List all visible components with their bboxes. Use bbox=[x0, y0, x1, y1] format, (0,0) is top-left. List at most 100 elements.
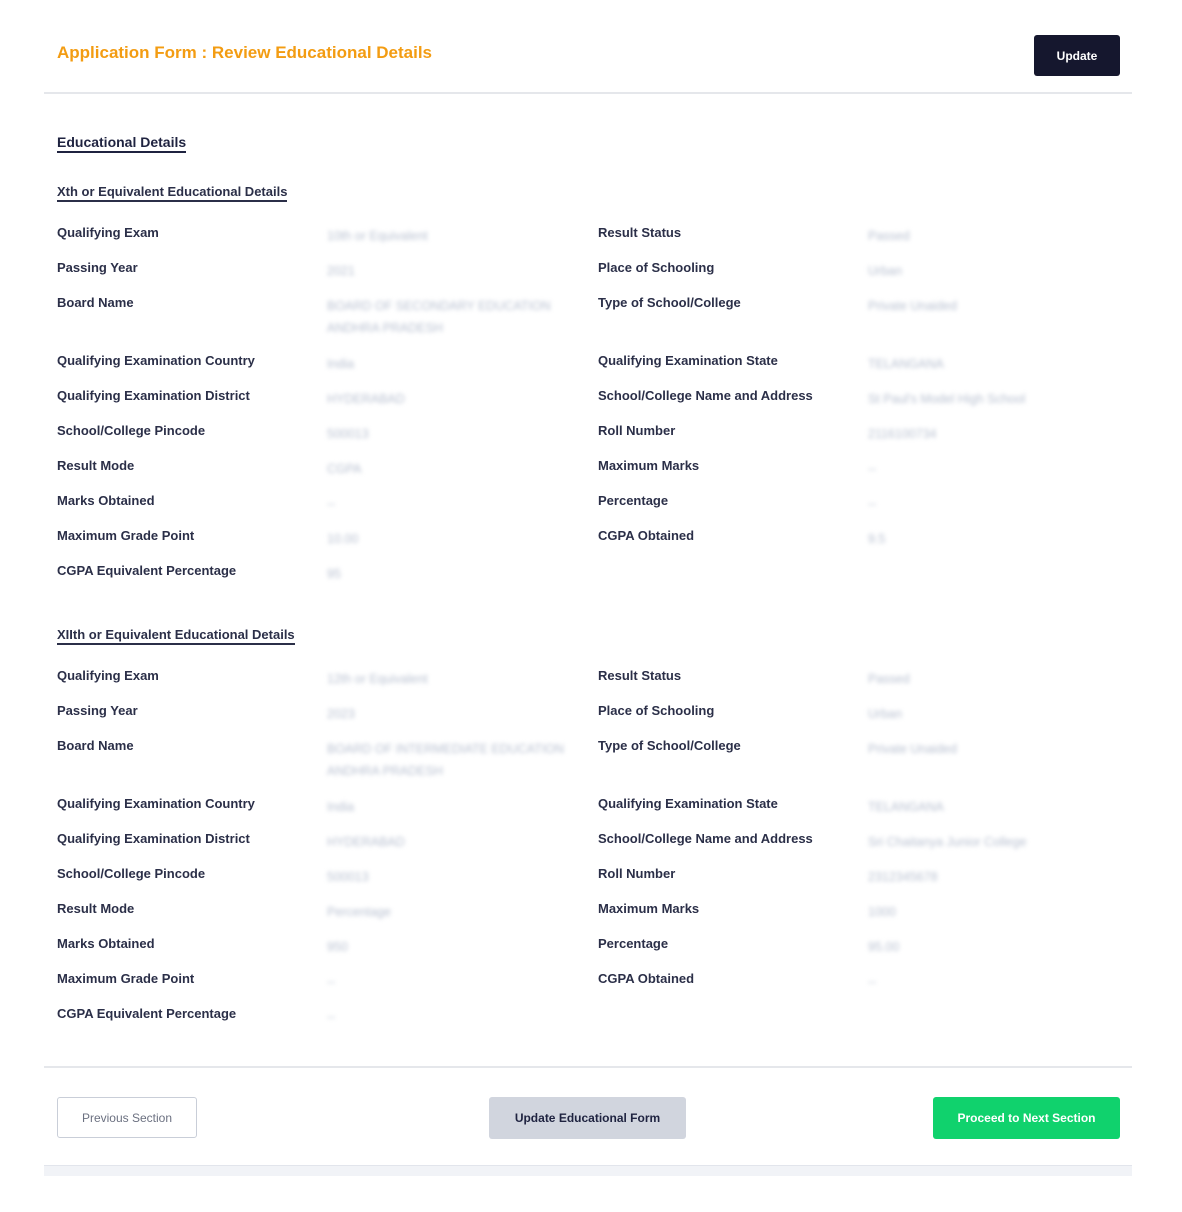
field-label: Maximum Grade Point bbox=[57, 528, 195, 543]
field-label: Roll Number bbox=[598, 423, 676, 438]
detail-row: Qualifying Examination District HYDERABAD… bbox=[57, 388, 1119, 412]
field-value: -- bbox=[327, 1010, 336, 1024]
field-value: TELANGANA bbox=[868, 800, 944, 814]
detail-row: Board Name BOARD OF SECONDARY EDUCATION A… bbox=[57, 295, 1119, 335]
detail-row: Passing Year 2021 Place of Schooling Urban bbox=[57, 260, 1119, 284]
detail-row: Qualifying Examination Country India Quali… bbox=[57, 796, 1119, 820]
detail-row: School/College Pincode 500013 Roll Number 2… bbox=[57, 866, 1119, 890]
detail-row: Qualifying Examination District HYDERABAD… bbox=[57, 831, 1119, 855]
field-value: BOARD OF INTERMEDIATE EDUCATION ANDHRA P… bbox=[327, 742, 565, 778]
field-label: Place of Schooling bbox=[598, 703, 715, 718]
field-label: Maximum Marks bbox=[598, 458, 700, 473]
field-label: Marks Obtained bbox=[57, 936, 155, 951]
bottom-strip bbox=[44, 1165, 1132, 1176]
field-label: Percentage bbox=[598, 936, 669, 951]
field-value: 12th or Equivalent bbox=[327, 672, 428, 686]
detail-row: Qualifying Exam 12th or Equivalent Result … bbox=[57, 668, 1119, 692]
field-label: Result Mode bbox=[57, 901, 135, 916]
field-label: Maximum Grade Point bbox=[57, 971, 195, 986]
field-value: Passed bbox=[868, 229, 910, 243]
field-label: Passing Year bbox=[57, 703, 138, 718]
field-value: 2116100734 bbox=[868, 427, 937, 441]
field-value: Passed bbox=[868, 672, 910, 686]
field-value: St Paul's Model High School bbox=[868, 392, 1026, 406]
field-value: 10th or Equivalent bbox=[327, 229, 428, 243]
xth-heading: Xth or Equivalent Educational Details bbox=[57, 184, 288, 202]
page-header: Application Form : Review Educational De… bbox=[44, 0, 1132, 94]
page-title: Application Form : Review Educational De… bbox=[57, 43, 433, 62]
detail-row: CGPA Equivalent Percentage 95 bbox=[57, 563, 1119, 587]
field-value: 2023 bbox=[327, 707, 355, 721]
field-value: -- bbox=[327, 975, 336, 989]
field-value: -- bbox=[327, 497, 336, 511]
field-label: Board Name bbox=[57, 738, 134, 753]
field-value: BOARD OF SECONDARY EDUCATION ANDHRA PRAD… bbox=[327, 299, 551, 335]
field-value: 9.5 bbox=[868, 532, 886, 546]
detail-row: Maximum Grade Point -- CGPA Obtained -- bbox=[57, 971, 1119, 995]
footer-divider bbox=[44, 1066, 1132, 1068]
field-label: Percentage bbox=[598, 493, 669, 508]
field-value: 2312345678 bbox=[868, 870, 938, 884]
review-card: Application Form : Review Educational De… bbox=[44, 0, 1132, 1176]
field-value: 10.00 bbox=[327, 532, 359, 546]
section-title: Educational Details bbox=[57, 134, 187, 153]
field-label: Qualifying Exam bbox=[57, 668, 159, 683]
field-value: HYDERABAD bbox=[327, 835, 405, 849]
field-label: Passing Year bbox=[57, 260, 138, 275]
detail-row: Marks Obtained 950 Percentage 95.00 bbox=[57, 936, 1119, 960]
field-label: Maximum Marks bbox=[598, 901, 700, 916]
field-value: 95 bbox=[327, 567, 341, 581]
field-label: Board Name bbox=[57, 295, 134, 310]
field-label: Qualifying Examination Country bbox=[57, 796, 255, 811]
field-value: Private Unaided bbox=[868, 742, 957, 756]
field-label: Roll Number bbox=[598, 866, 676, 881]
field-value: -- bbox=[868, 497, 877, 511]
field-label: Result Mode bbox=[57, 458, 135, 473]
detail-row: Result Mode CGPA Maximum Marks -- bbox=[57, 458, 1119, 482]
field-label: Type of School/College bbox=[598, 738, 741, 753]
field-value: CGPA bbox=[327, 462, 362, 476]
field-label: Result Status bbox=[598, 225, 682, 240]
proceed-next-section-button[interactable]: Proceed to Next Section bbox=[933, 1097, 1120, 1139]
field-value: 500013 bbox=[327, 870, 369, 884]
detail-row: Qualifying Exam 10th or Equivalent Result … bbox=[57, 225, 1119, 249]
field-label: Qualifying Examination District bbox=[57, 831, 250, 846]
xiith-heading: XIIth or Equivalent Educational Details bbox=[57, 627, 295, 645]
field-label: Qualifying Examination Country bbox=[57, 353, 255, 368]
field-value: 2021 bbox=[327, 264, 355, 278]
field-value: -- bbox=[868, 462, 877, 476]
update-button[interactable]: Update bbox=[1034, 35, 1120, 76]
field-label: CGPA Obtained bbox=[598, 528, 695, 543]
field-value: 500013 bbox=[327, 427, 369, 441]
field-value: TELANGANA bbox=[868, 357, 944, 371]
field-label: Qualifying Exam bbox=[57, 225, 159, 240]
field-value: 95.00 bbox=[868, 940, 900, 954]
field-label: Place of Schooling bbox=[598, 260, 715, 275]
field-value: HYDERABAD bbox=[327, 392, 405, 406]
field-label: School/College Name and Address bbox=[598, 831, 813, 846]
detail-row: Maximum Grade Point 10.00 CGPA Obtained 9.5 bbox=[57, 528, 1119, 552]
previous-section-button[interactable]: Previous Section bbox=[57, 1097, 197, 1138]
field-label: Marks Obtained bbox=[57, 493, 155, 508]
field-label: Type of School/College bbox=[598, 295, 741, 310]
detail-row: Marks Obtained -- Percentage -- bbox=[57, 493, 1119, 517]
detail-row: Passing Year 2023 Place of Schooling Urban bbox=[57, 703, 1119, 727]
detail-row: Board Name BOARD OF INTERMEDIATE EDUCATIO… bbox=[57, 738, 1119, 778]
field-value: 950 bbox=[327, 940, 348, 954]
field-label: School/College Name and Address bbox=[598, 388, 813, 403]
detail-row: Result Mode Percentage Maximum Marks 1000 bbox=[57, 901, 1119, 925]
field-label: Qualifying Examination District bbox=[57, 388, 250, 403]
field-label: CGPA Equivalent Percentage bbox=[57, 563, 237, 578]
field-value: Urban bbox=[868, 264, 903, 278]
detail-row: Qualifying Examination Country India Quali… bbox=[57, 353, 1119, 377]
field-value: Urban bbox=[868, 707, 903, 721]
update-educational-form-button[interactable]: Update Educational Form bbox=[489, 1097, 686, 1139]
field-value: 1000 bbox=[868, 905, 896, 919]
field-value: India bbox=[327, 800, 355, 814]
field-value: Private Unaided bbox=[868, 299, 957, 313]
detail-row: School/College Pincode 500013 Roll Number 2… bbox=[57, 423, 1119, 447]
field-label: CGPA Obtained bbox=[598, 971, 695, 986]
field-value: India bbox=[327, 357, 355, 371]
field-value: Percentage bbox=[327, 905, 391, 919]
field-value: -- bbox=[868, 975, 877, 989]
